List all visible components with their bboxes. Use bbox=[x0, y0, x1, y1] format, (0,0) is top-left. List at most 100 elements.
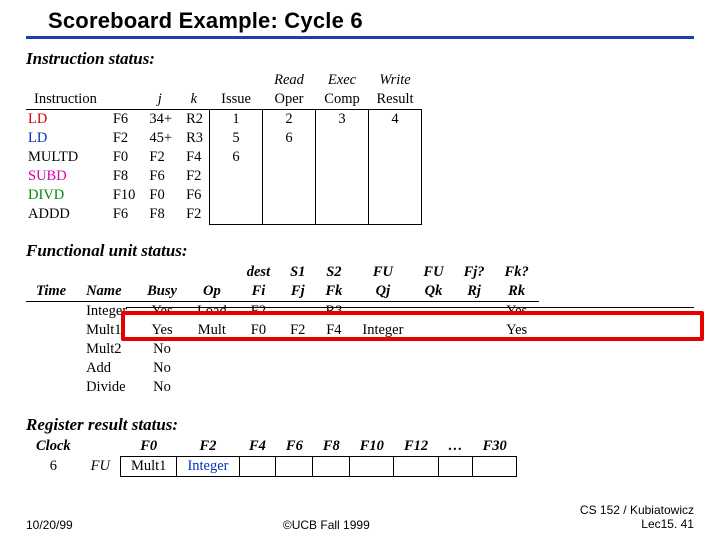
instr-op: SUBD bbox=[26, 167, 105, 186]
instr-k: R3 bbox=[178, 129, 209, 148]
instruction-status-table: Read Exec Write Instruction j k Issue Op… bbox=[26, 71, 422, 225]
table-row: ADDDF6F8F2 bbox=[26, 205, 422, 224]
reg-cell bbox=[438, 456, 473, 476]
instr-dest: F8 bbox=[105, 167, 142, 186]
instr-dest: F0 bbox=[105, 148, 142, 167]
reg-col: … bbox=[438, 437, 473, 457]
instr-k: F2 bbox=[178, 167, 209, 186]
section-fu-status: Functional unit status: bbox=[26, 241, 694, 261]
footer-lec: Lec15. 41 bbox=[580, 518, 694, 532]
reg-col: F4 bbox=[239, 437, 276, 457]
reg-cell bbox=[350, 456, 394, 476]
table-row: IntegerYesLoadF2R3Yes bbox=[26, 301, 539, 321]
fu-status-table: dest S1 S2 FU FU Fj? Fk? Time Name Busy … bbox=[26, 263, 539, 397]
footer-date: 10/20/99 bbox=[26, 518, 73, 532]
section-instruction-status: Instruction status: bbox=[26, 49, 694, 69]
title-rule bbox=[26, 36, 694, 39]
strike-integer-row bbox=[126, 307, 694, 309]
instr-k: F2 bbox=[178, 205, 209, 224]
col-fu1: FU bbox=[352, 263, 413, 282]
reg-col: F2 bbox=[177, 437, 239, 457]
instr-j: F8 bbox=[141, 205, 178, 224]
col-k: k bbox=[178, 90, 209, 110]
col-s2: S2 bbox=[315, 263, 352, 282]
footer-course: CS 152 / Kubiatowicz bbox=[580, 504, 694, 518]
reg-cell bbox=[276, 456, 313, 476]
instr-op: MULTD bbox=[26, 148, 105, 167]
col-fj: Fj bbox=[280, 282, 315, 302]
col-busy: Busy bbox=[137, 282, 187, 302]
table-row: Mult2No bbox=[26, 340, 539, 359]
table-row: LDF634+R21234 bbox=[26, 110, 422, 130]
col-rj: Rj bbox=[454, 282, 495, 302]
table-row: DIVDF10F0F6 bbox=[26, 186, 422, 205]
col-fk: Fk bbox=[315, 282, 352, 302]
instr-j: F0 bbox=[141, 186, 178, 205]
fu-label: FU bbox=[81, 456, 121, 476]
table-row: MULTDF0F2F46 bbox=[26, 148, 422, 167]
col-exec: Exec bbox=[316, 71, 369, 90]
col-j: j bbox=[141, 90, 178, 110]
col-result: Result bbox=[369, 90, 422, 110]
instr-op: LD bbox=[26, 129, 105, 148]
col-rk: Rk bbox=[495, 282, 539, 302]
section-regres: Register result status: bbox=[26, 415, 694, 435]
reg-cell bbox=[394, 456, 438, 476]
reg-cell: Integer bbox=[177, 456, 239, 476]
table-row: SUBDF8F6F2 bbox=[26, 167, 422, 186]
col-op: Op bbox=[187, 282, 237, 302]
instr-k: R2 bbox=[178, 110, 209, 130]
footer-center: ©UCB Fall 1999 bbox=[283, 518, 370, 532]
reg-col: F12 bbox=[394, 437, 438, 457]
col-s1: S1 bbox=[280, 263, 315, 282]
col-dest: dest bbox=[237, 263, 280, 282]
col-time: Time bbox=[26, 282, 76, 302]
instr-op: DIVD bbox=[26, 186, 105, 205]
reg-col: F8 bbox=[313, 437, 350, 457]
table-row: DivideNo bbox=[26, 378, 539, 397]
col-write: Write bbox=[369, 71, 422, 90]
instr-dest: F6 bbox=[105, 205, 142, 224]
reg-cell bbox=[239, 456, 276, 476]
instr-k: F4 bbox=[178, 148, 209, 167]
reg-cell: Mult1 bbox=[120, 456, 176, 476]
col-read: Read bbox=[263, 71, 316, 90]
col-fjq: Fj? bbox=[454, 263, 495, 282]
col-oper: Oper bbox=[263, 90, 316, 110]
footer-right: CS 152 / Kubiatowicz Lec15. 41 bbox=[580, 504, 694, 532]
reg-col: F10 bbox=[350, 437, 394, 457]
col-issue: Issue bbox=[210, 90, 263, 110]
fu-table-wrap: dest S1 S2 FU FU Fj? Fk? Time Name Busy … bbox=[26, 263, 694, 397]
reg-col: F6 bbox=[276, 437, 313, 457]
col-name: Name bbox=[76, 282, 137, 302]
register-result-table: Clock F0F2F4F6F8F10F12…F30 6FUMult1Intege… bbox=[26, 437, 517, 477]
col-fu2: FU bbox=[413, 263, 453, 282]
instr-j: F2 bbox=[141, 148, 178, 167]
table-row: LDF245+R356 bbox=[26, 129, 422, 148]
instr-dest: F6 bbox=[105, 110, 142, 130]
slide: Scoreboard Example: Cycle 6 Instruction … bbox=[0, 0, 720, 540]
reg-cell bbox=[473, 456, 517, 476]
col-qk: Qk bbox=[413, 282, 453, 302]
reg-col: F30 bbox=[473, 437, 517, 457]
instr-k: F6 bbox=[178, 186, 209, 205]
reg-col: F0 bbox=[120, 437, 176, 457]
instr-dest: F10 bbox=[105, 186, 142, 205]
table-row: Mult1YesMultF0F2F4IntegerYes bbox=[26, 321, 539, 340]
slide-title: Scoreboard Example: Cycle 6 bbox=[26, 8, 694, 34]
clock-label: Clock bbox=[26, 437, 81, 457]
table-row: AddNo bbox=[26, 359, 539, 378]
instr-j: 34+ bbox=[141, 110, 178, 130]
col-fkq: Fk? bbox=[495, 263, 539, 282]
footer: 10/20/99 ©UCB Fall 1999 CS 152 / Kubiato… bbox=[26, 504, 694, 532]
reg-cell bbox=[313, 456, 350, 476]
col-fi: Fi bbox=[237, 282, 280, 302]
instr-j: F6 bbox=[141, 167, 178, 186]
col-qj: Qj bbox=[352, 282, 413, 302]
col-instruction: Instruction bbox=[26, 90, 105, 110]
instr-dest: F2 bbox=[105, 129, 142, 148]
clock-value: 6 bbox=[26, 456, 81, 476]
col-comp: Comp bbox=[316, 90, 369, 110]
instr-op: ADDD bbox=[26, 205, 105, 224]
instr-j: 45+ bbox=[141, 129, 178, 148]
